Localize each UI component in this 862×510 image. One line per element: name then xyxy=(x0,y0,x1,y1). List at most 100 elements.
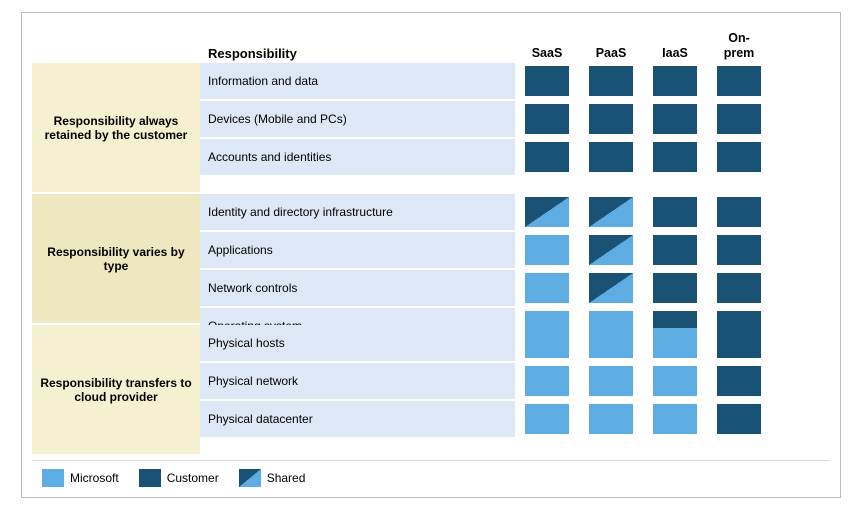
cell-block xyxy=(653,404,697,434)
cell-block xyxy=(525,366,569,396)
col-header-2: IaaS xyxy=(643,46,707,61)
legend-box xyxy=(139,469,161,487)
row-cell xyxy=(707,325,771,361)
cell-block xyxy=(589,142,633,172)
row-cell xyxy=(707,63,771,99)
cell-block xyxy=(653,142,697,172)
row-label: Accounts and identities xyxy=(200,139,515,175)
cell-block xyxy=(589,273,633,303)
row-cell xyxy=(643,194,707,230)
legend-item-0: Microsoft xyxy=(42,469,119,487)
table-row: Physical datacenter xyxy=(200,401,830,439)
cell-block xyxy=(717,197,761,227)
row-cell xyxy=(643,139,707,175)
row-label: Physical datacenter xyxy=(200,401,515,437)
legend-label: Shared xyxy=(267,471,306,485)
row-cell xyxy=(579,232,643,268)
group-1: Responsibility varies by typeIdentity an… xyxy=(32,194,830,325)
rows-col-0: Information and dataDevices (Mobile and … xyxy=(200,63,830,194)
cell-block xyxy=(525,104,569,134)
cell-block xyxy=(653,104,697,134)
cell-block xyxy=(717,366,761,396)
legend-item-2: Shared xyxy=(239,469,306,487)
row-label: Physical hosts xyxy=(200,325,515,361)
cell-block xyxy=(717,142,761,172)
legend-box xyxy=(42,469,64,487)
table-row: Accounts and identities xyxy=(200,139,830,177)
row-cell xyxy=(515,101,579,137)
row-cell xyxy=(579,325,643,361)
col-header-0: SaaS xyxy=(515,46,579,61)
cell-block xyxy=(717,235,761,265)
cell-block xyxy=(653,197,697,227)
responsibility-header: Responsibility xyxy=(200,46,515,61)
row-label: Identity and directory infrastructure xyxy=(200,194,515,230)
row-cell xyxy=(579,139,643,175)
row-cell xyxy=(707,101,771,137)
row-cell xyxy=(515,194,579,230)
cell-block xyxy=(653,328,697,358)
group-label-1: Responsibility varies by type xyxy=(32,194,200,325)
row-cell xyxy=(579,270,643,306)
row-cell xyxy=(643,363,707,399)
chart-container: ResponsibilitySaaSPaaSIaaSOn- prem Respon… xyxy=(21,12,841,498)
row-cell xyxy=(515,232,579,268)
row-cell xyxy=(579,401,643,437)
table-row: Physical hosts xyxy=(200,325,830,363)
cell-block xyxy=(717,273,761,303)
table-row: Information and data xyxy=(200,63,830,101)
cell-block xyxy=(589,104,633,134)
group-label-2: Responsibility transfers to cloud provid… xyxy=(32,325,200,456)
rows-col-1: Identity and directory infrastructureApp… xyxy=(200,194,830,325)
cell-block xyxy=(525,142,569,172)
cell-block xyxy=(589,328,633,358)
group-label-0: Responsibility always retained by the cu… xyxy=(32,63,200,194)
cell-block xyxy=(589,235,633,265)
row-cell xyxy=(707,270,771,306)
legend-item-1: Customer xyxy=(139,469,219,487)
cell-block xyxy=(653,235,697,265)
cell-block xyxy=(525,404,569,434)
cell-block xyxy=(525,273,569,303)
table-row: Applications xyxy=(200,232,830,270)
row-cell xyxy=(579,63,643,99)
cell-block xyxy=(525,197,569,227)
cell-block xyxy=(589,366,633,396)
row-cell xyxy=(515,270,579,306)
cell-block xyxy=(653,273,697,303)
row-cell xyxy=(707,363,771,399)
cell-block xyxy=(717,328,761,358)
cell-block xyxy=(589,197,633,227)
row-cell xyxy=(643,401,707,437)
row-cell xyxy=(707,401,771,437)
row-label: Devices (Mobile and PCs) xyxy=(200,101,515,137)
legend-label: Microsoft xyxy=(70,471,119,485)
row-label: Physical network xyxy=(200,363,515,399)
row-cell xyxy=(515,401,579,437)
row-label: Information and data xyxy=(200,63,515,99)
row-cell xyxy=(643,63,707,99)
row-cell xyxy=(643,325,707,361)
col-header-3: On- prem xyxy=(707,31,771,61)
row-cell xyxy=(643,232,707,268)
col-header-1: PaaS xyxy=(579,46,643,61)
row-cell xyxy=(643,101,707,137)
cell-block xyxy=(525,328,569,358)
cell-block xyxy=(525,66,569,96)
row-cell xyxy=(707,232,771,268)
row-cell xyxy=(515,63,579,99)
cell-block xyxy=(717,66,761,96)
row-cell xyxy=(515,363,579,399)
cell-block xyxy=(717,104,761,134)
legend: Microsoft Customer Shared xyxy=(32,460,830,489)
row-cell xyxy=(579,363,643,399)
rows-col-2: Physical hostsPhysical networkPhysical d… xyxy=(200,325,830,456)
table-row: Network controls xyxy=(200,270,830,308)
row-label: Network controls xyxy=(200,270,515,306)
row-cell xyxy=(643,270,707,306)
cell-block xyxy=(589,404,633,434)
table-row: Identity and directory infrastructure xyxy=(200,194,830,232)
row-cell xyxy=(707,194,771,230)
cell-block xyxy=(717,404,761,434)
legend-label: Customer xyxy=(167,471,219,485)
